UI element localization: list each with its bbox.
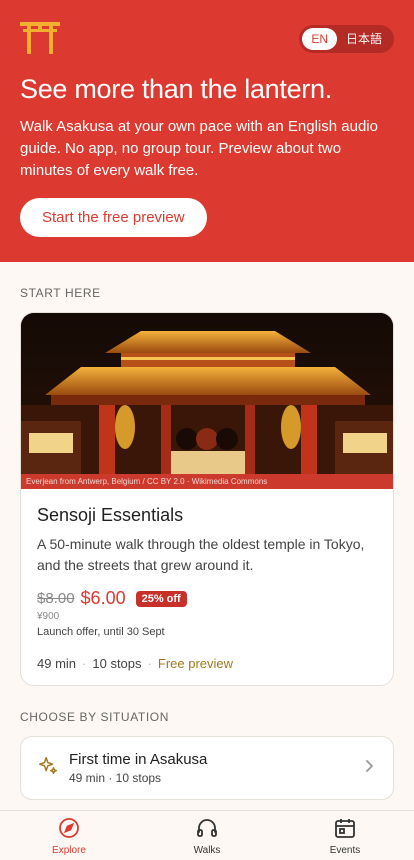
separator-dot: · — [147, 656, 152, 671]
discount-badge: 25% off — [135, 590, 187, 607]
hero-banner: EN 日本語 See more than the lantern. Walk A… — [0, 0, 414, 262]
lang-option-ja[interactable]: 日本語 — [337, 28, 391, 50]
situation-title: First time in Asakusa — [69, 751, 208, 768]
hero-title: See more than the lantern. — [20, 74, 332, 104]
image-credit: Everjean from Antwerp, Belgium / CC BY 2… — [21, 474, 393, 489]
nav-label: Explore — [52, 845, 86, 856]
torii-gate-icon — [20, 20, 60, 59]
hero-body: Walk Asakusa at your own pace with an En… — [20, 118, 378, 179]
walk-meta: 49 min · 10 stops · Free preview — [37, 656, 377, 671]
yen-price: ¥900 — [37, 611, 60, 622]
nav-label: Walks — [193, 845, 221, 856]
original-price: $8.00 — [37, 590, 75, 607]
nav-events[interactable]: Events — [276, 811, 414, 860]
start-free-preview-button[interactable]: Start the free preview — [20, 198, 207, 237]
top-bar: EN 日本語 — [20, 20, 394, 58]
sensoji-gate-illustration — [21, 313, 393, 489]
compass-icon — [57, 816, 81, 845]
headphones-icon — [195, 816, 219, 845]
chevron-right-icon — [361, 758, 377, 779]
calendar-icon — [333, 816, 357, 845]
situation-item-first-time[interactable]: First time in Asakusa 49 min · 10 stops — [20, 736, 394, 800]
walk-card-sensoji[interactable]: Everjean from Antwerp, Belgium / CC BY 2… — [20, 312, 394, 686]
nav-explore[interactable]: Explore — [0, 811, 138, 860]
free-preview-label: Free preview — [157, 656, 234, 671]
sparkle-icon — [37, 755, 69, 782]
situation-subtitle: 49 min · 10 stops — [69, 771, 162, 785]
nav-label: Events — [329, 845, 361, 856]
start-here-label: START HERE — [20, 286, 101, 300]
choose-by-situation-label: CHOOSE BY SITUATION — [20, 710, 169, 724]
walk-title: Sensoji Essentials — [37, 505, 184, 525]
separator-dot: · — [82, 656, 87, 671]
bottom-nav: Explore Walks Events — [0, 810, 414, 860]
walk-photo: Everjean from Antwerp, Belgium / CC BY 2… — [21, 313, 393, 489]
language-switcher: EN 日本語 — [299, 25, 394, 53]
offer-note: Launch offer, until 30 Sept — [37, 626, 165, 638]
walk-description: A 50-minute walk through the oldest temp… — [37, 536, 365, 573]
nav-walks[interactable]: Walks — [138, 811, 276, 860]
sale-price: $6.00 — [80, 588, 126, 608]
price-row: $8.00 $6.00 25% off — [37, 588, 377, 609]
walk-duration: 49 min — [37, 656, 77, 671]
lang-option-en[interactable]: EN — [302, 28, 337, 50]
walk-stops: 10 stops — [92, 656, 142, 671]
